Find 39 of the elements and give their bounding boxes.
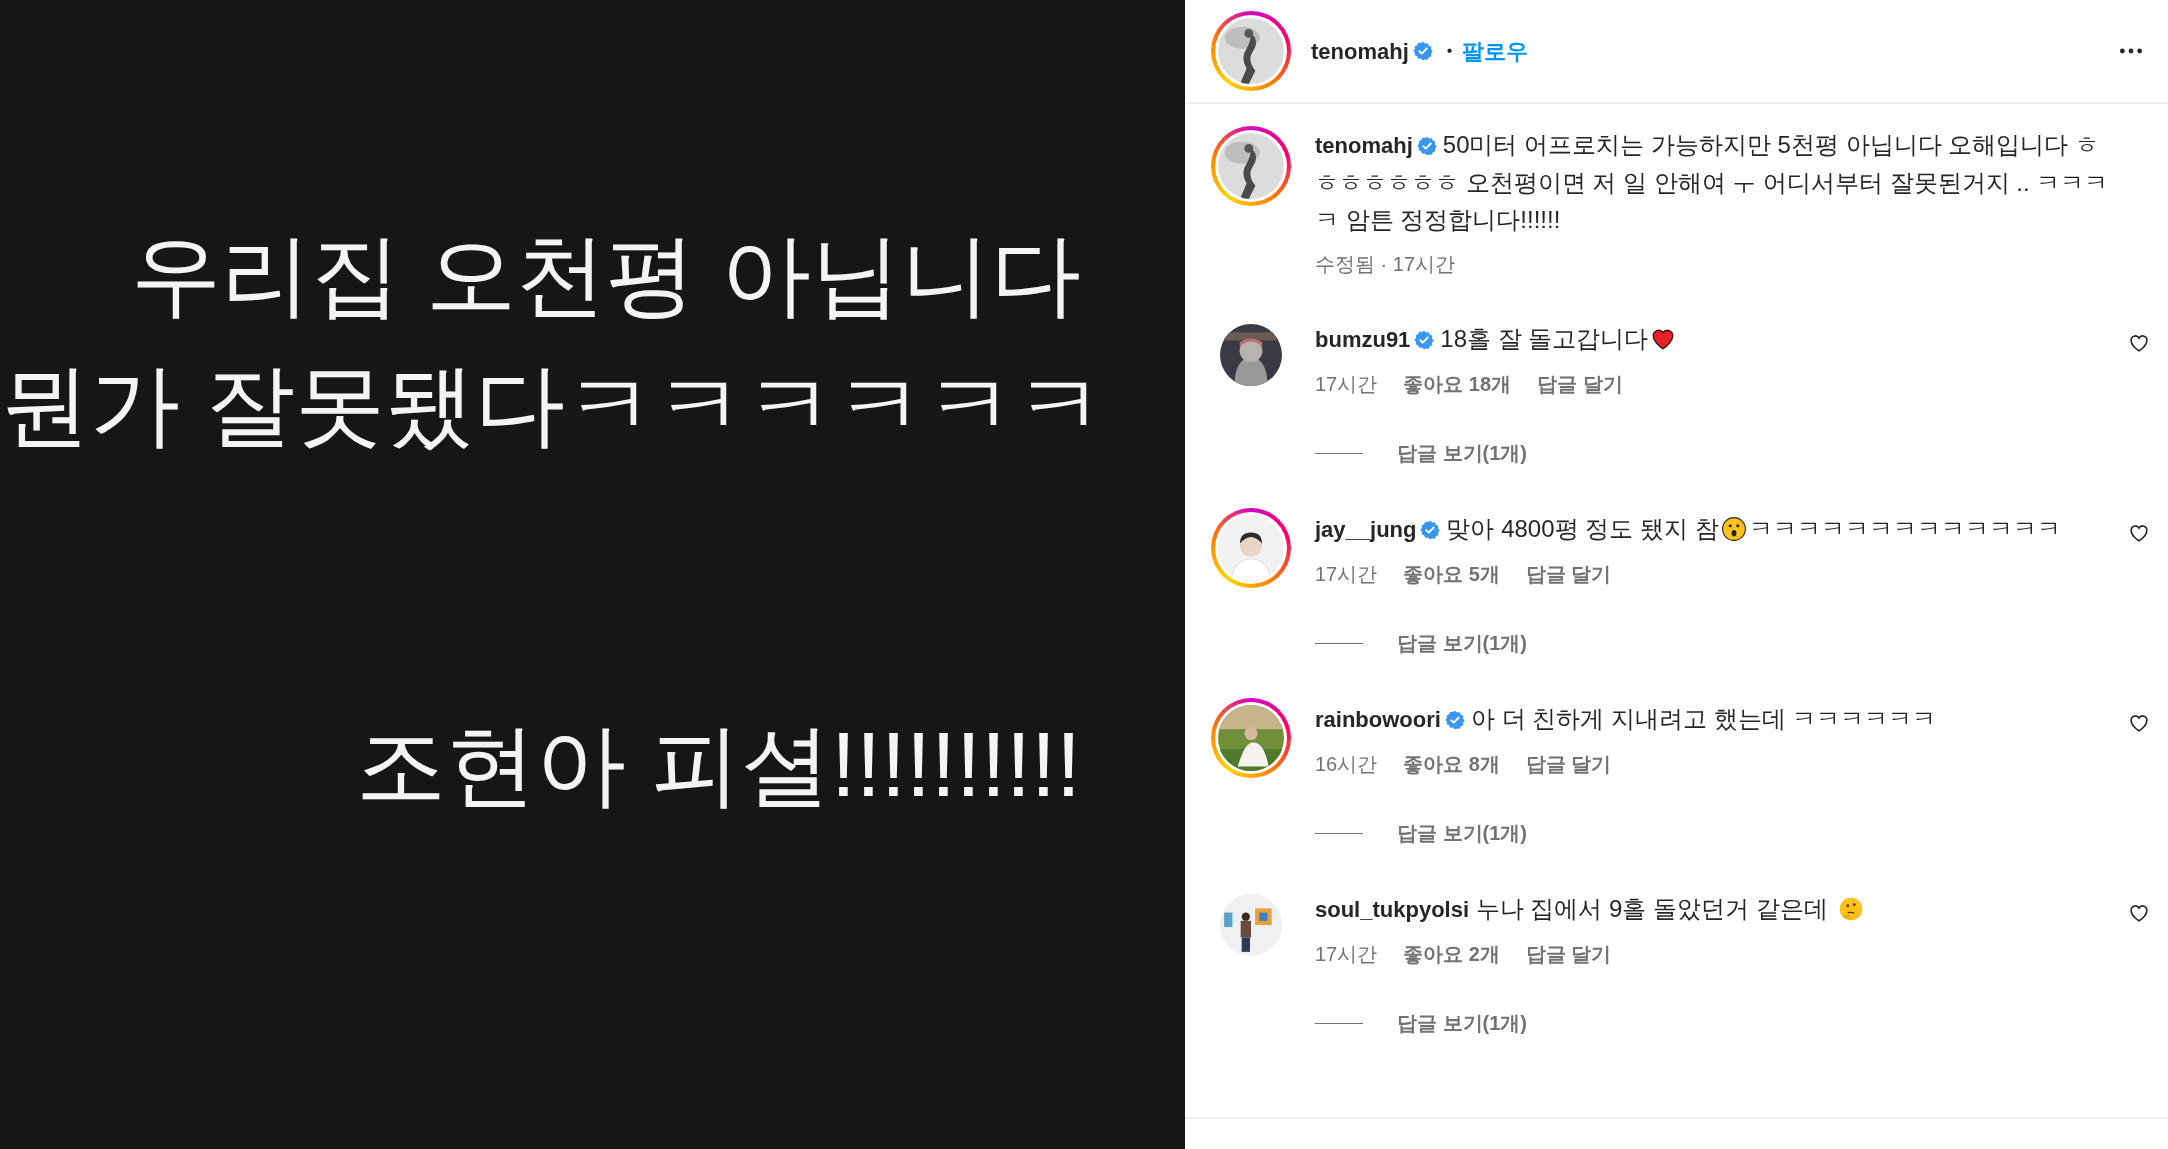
comment-text: rainbowoori 아 더 친하게 지내려고 했는데 ㅋㅋㅋㅋㅋㅋ [1315, 704, 1938, 734]
username-link[interactable]: tenomahj [1315, 133, 1413, 158]
view-replies-button[interactable]: 답글 보기(1개) [1397, 628, 1527, 658]
username-link[interactable]: bumzu91 [1315, 327, 1411, 352]
likes-count[interactable]: 좋아요 8개 [1403, 750, 1500, 778]
view-replies-button[interactable]: 답글 보기(1개) [1397, 438, 1527, 468]
username-link[interactable]: jay__jung [1315, 517, 1417, 542]
like-heart-icon[interactable] [2128, 332, 2150, 354]
surprised-emoji-icon [1720, 516, 1747, 542]
story-text-line: 뭔가 잘못됐다ㅋㅋㅋㅋㅋㅋ [0, 354, 1105, 457]
likes-count[interactable]: 좋아요 2개 [1403, 940, 1500, 968]
username-link[interactable]: soul_tukpyolsi [1315, 897, 1470, 922]
caption-text: tenomahj 50미터 어프로치는 가능하지만 5천평 아닙니다 오해입니다 ㅎㅎㅎㅎㅎㅎㅎ 오천평이면 저 일 안해여 ㅜ 어디서부터 잘못된거지 .. ㅋㅋㅋㅋ 암튼 정정합니다!!!!!! [1315, 130, 2110, 235]
likes-count[interactable]: 좋아요 18개 [1403, 370, 1512, 398]
reply-button[interactable]: 답글 달기 [1537, 370, 1623, 398]
comment-time: 17시간 [1315, 942, 1378, 967]
view-replies-button[interactable]: 답글 보기(1개) [1397, 1008, 1527, 1038]
like-heart-icon[interactable] [2128, 712, 2150, 734]
like-heart-icon[interactable] [2128, 522, 2150, 544]
comment-text: bumzu91 18홀 잘 돌고갑니다 [1315, 320, 2104, 358]
post-meta: 수정됨 · 17시간 [1315, 252, 1456, 277]
likes-count[interactable]: 좋아요 5개 [1403, 560, 1500, 588]
view-replies-button[interactable]: 답글 보기(1개) [1397, 818, 1527, 848]
like-heart-icon[interactable] [2128, 902, 2150, 924]
story-text-line: 조현아 피셜!!!!!!!!!! [355, 714, 1081, 817]
reply-button[interactable]: 답글 달기 [1525, 560, 1612, 588]
reply-button[interactable]: 답글 달기 [1525, 940, 1612, 968]
comment-time: 17시간 [1315, 562, 1378, 587]
username-link[interactable]: tenomahj [1311, 34, 1409, 68]
comment-time: 16시간 [1315, 752, 1378, 777]
thinking-emoji-icon [1837, 896, 1864, 922]
follow-button[interactable]: 팔로우 [1462, 34, 1529, 68]
comment-text: soul_tukpyolsi 누나 집에서 9홀 돌았던거 같은데 [1315, 890, 2104, 928]
username-link[interactable]: rainbowoori [1315, 707, 1441, 732]
story-text-line: 우리집 오천평 아닙니다 [131, 224, 1081, 327]
comment-text: jay__jung 맞아 4800평 정도 됐지 참 ㅋㅋㅋㅋㅋㅋㅋㅋㅋㅋㅋㅋㅋ [1315, 514, 2062, 544]
reply-button[interactable]: 답글 달기 [1525, 750, 1612, 778]
separator-dot: • [1446, 41, 1453, 61]
comment-time: 17시간 [1315, 372, 1378, 397]
